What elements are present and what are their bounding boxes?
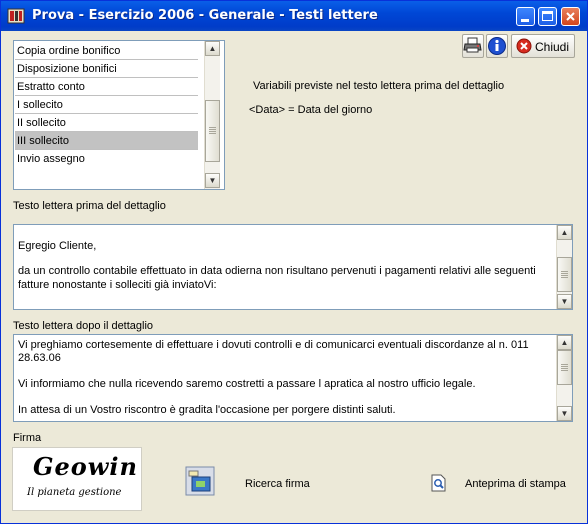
close-window-button[interactable] (561, 7, 580, 26)
print-preview-icon[interactable] (431, 474, 447, 492)
signature-label: Firma (13, 432, 42, 444)
list-scrollbar[interactable]: ▲ ▼ (204, 41, 220, 189)
logo-title: Geowin (33, 452, 138, 481)
close-icon (566, 12, 575, 21)
before-detail-line: fatture nonostante i solleciti già invia… (18, 279, 217, 291)
list-item[interactable]: Estratto conto (15, 78, 198, 96)
before-detail-scrollbar[interactable]: ▲ ▼ (556, 225, 572, 309)
list-item[interactable]: Disposizione bonifici (15, 60, 198, 78)
print-button[interactable] (462, 34, 484, 58)
chiudi-button[interactable]: Chiudi (511, 34, 575, 58)
scroll-thumb[interactable] (205, 100, 220, 162)
window-title: Prova - Esercizio 2006 - Generale - Test… (32, 8, 378, 23)
before-detail-textarea[interactable]: Egregio Cliente, da un controllo contabi… (13, 224, 573, 310)
after-detail-line: Vi preghiamo cortesemente di effettuare … (18, 339, 529, 351)
scroll-up-arrow-icon[interactable]: ▲ (205, 41, 220, 56)
scroll-thumb[interactable] (557, 350, 572, 385)
list-item[interactable]: I sollecito (15, 96, 198, 114)
before-detail-line: Egregio Cliente, (18, 240, 97, 252)
close-circle-icon (516, 38, 532, 54)
info-button[interactable] (486, 34, 508, 58)
list-item[interactable]: Invio assegno (15, 150, 198, 168)
variable-data: <Data> = Data del giorno (249, 104, 373, 116)
before-detail-line: da un controllo contabile effettuato in … (18, 265, 536, 277)
scroll-up-arrow-icon[interactable]: ▲ (557, 225, 572, 240)
signature-image: Geowin Il pianeta gestione (12, 447, 142, 511)
scroll-down-arrow-icon[interactable]: ▼ (557, 406, 572, 421)
scroll-down-arrow-icon[interactable]: ▼ (557, 294, 572, 309)
before-detail-label: Testo lettera prima del dettaglio (13, 200, 166, 212)
info-icon (488, 37, 506, 55)
main-window: Prova - Esercizio 2006 - Generale - Test… (0, 0, 588, 524)
scroll-up-arrow-icon[interactable]: ▲ (557, 335, 572, 350)
print-preview-label[interactable]: Anteprima di stampa (465, 478, 566, 490)
search-signature-label[interactable]: Ricerca firma (245, 478, 310, 490)
app-icon (7, 8, 25, 24)
maximize-button[interactable] (538, 7, 557, 26)
title-bar[interactable]: Prova - Esercizio 2006 - Generale - Test… (1, 1, 587, 31)
scroll-down-arrow-icon[interactable]: ▼ (205, 173, 220, 188)
list-item-selected[interactable]: III sollecito (15, 132, 198, 150)
logo-subtitle: Il pianeta gestione (27, 487, 122, 498)
chiudi-label: Chiudi (535, 40, 570, 54)
after-detail-label: Testo lettera dopo il dettaglio (13, 320, 154, 332)
list-item[interactable]: Copia ordine bonifico (15, 42, 198, 60)
list-item[interactable]: II sollecito (15, 114, 198, 132)
after-detail-line: 28.63.06 (18, 352, 61, 364)
variables-heading: Variabili previste nel testo lettera pri… (253, 80, 505, 92)
after-detail-scrollbar[interactable]: ▲ ▼ (556, 335, 572, 421)
printer-icon (463, 37, 482, 53)
search-signature-icon[interactable] (184, 465, 216, 497)
letter-type-list[interactable]: Copia ordine bonifico Disposizione bonif… (13, 40, 225, 190)
scroll-thumb[interactable] (557, 257, 572, 292)
after-detail-textarea[interactable]: Vi preghiamo cortesemente di effettuare … (13, 334, 573, 422)
minimize-button[interactable] (516, 7, 535, 26)
after-detail-line: In attesa di un Vostro riscontro è gradi… (18, 404, 396, 416)
after-detail-line: Vi informiamo che nulla ricevendo saremo… (18, 378, 476, 390)
content-area: Copia ordine bonifico Disposizione bonif… (4, 31, 584, 520)
